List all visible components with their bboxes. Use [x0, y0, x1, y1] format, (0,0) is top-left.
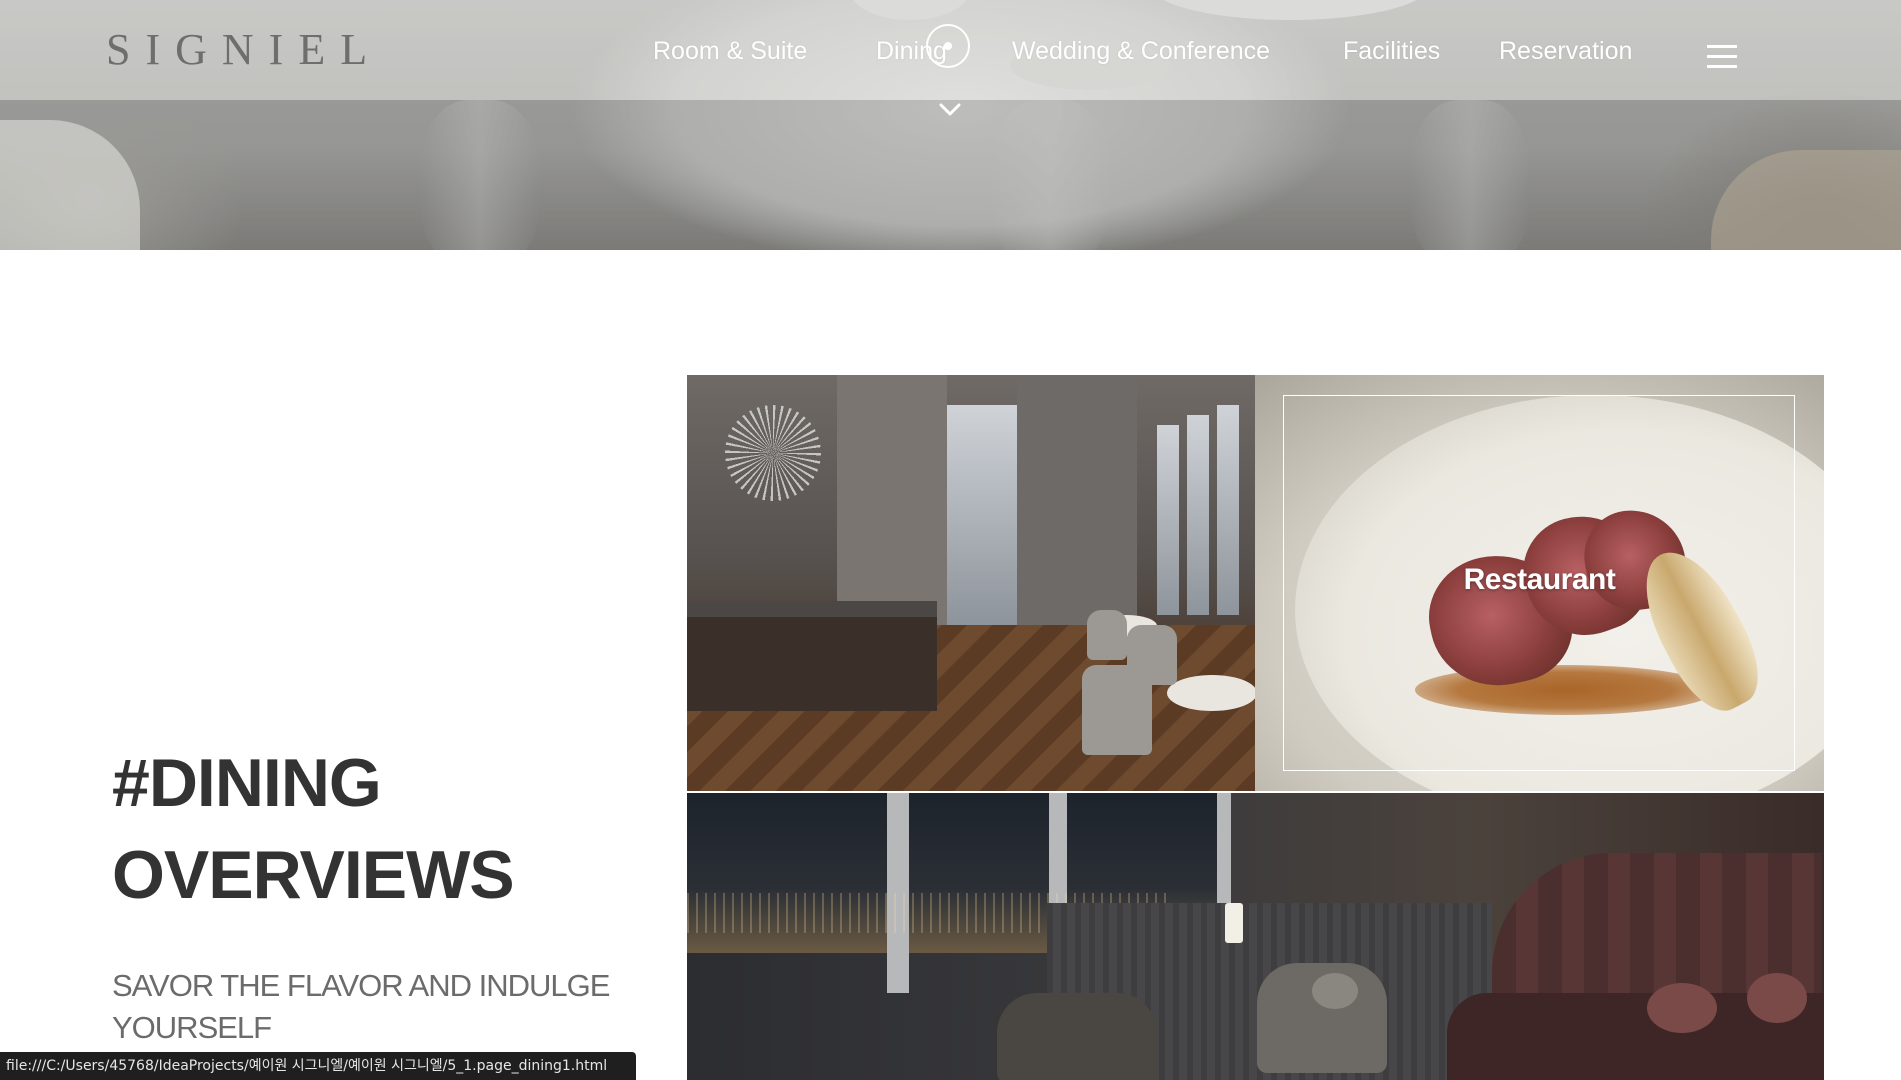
section-title: #DINING OVERVIEWS [112, 737, 515, 921]
restaurant-card[interactable]: Restaurant [1255, 375, 1824, 791]
section-title-line: OVERVIEWS [112, 837, 515, 913]
lounge-photo[interactable] [687, 793, 1824, 1080]
section-subtitle: SAVOR THE FLAVOR AND INDULGE YOURSELF [112, 968, 610, 1045]
top-navigation: SIGNIEL Room & Suite Dining Wedding & Co… [0, 0, 1901, 100]
hero-shade [0, 100, 1901, 250]
restaurant-label[interactable]: Restaurant [1255, 563, 1824, 597]
nav-reservation[interactable]: Reservation [1499, 34, 1632, 68]
nav-wedding-conference[interactable]: Wedding & Conference [1012, 34, 1270, 68]
nav-facilities[interactable]: Facilities [1343, 34, 1440, 68]
nav-room-suite[interactable]: Room & Suite [653, 34, 807, 68]
hamburger-icon[interactable] [1707, 45, 1737, 69]
chevron-down-icon[interactable] [936, 99, 964, 121]
cursor-indicator [926, 24, 970, 68]
section-title-line: #DINING [112, 745, 382, 821]
signiel-logo[interactable]: SIGNIEL [106, 24, 382, 76]
dining-gallery: Restaurant [687, 375, 1824, 1080]
dining-interior-photo[interactable] [687, 375, 1255, 791]
browser-status-url: file:///C:/Users/45768/IdeaProjects/예이원 … [0, 1052, 636, 1080]
